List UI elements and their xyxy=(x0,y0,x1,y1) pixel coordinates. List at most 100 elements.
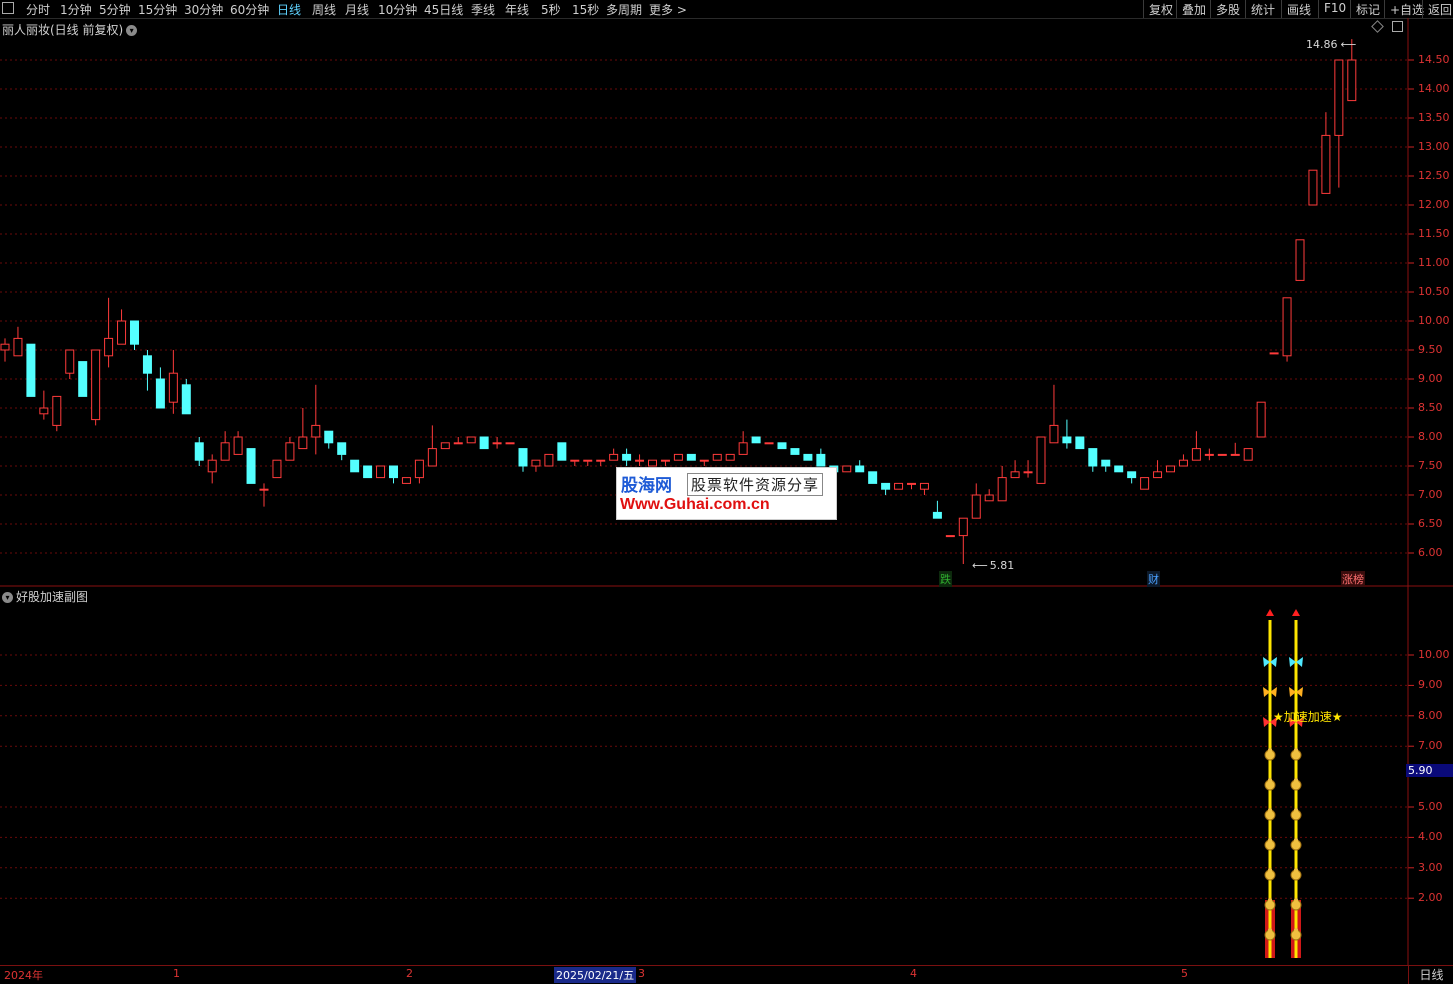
candle-body xyxy=(751,436,761,444)
candle-body xyxy=(764,442,774,445)
candle-body xyxy=(971,494,981,519)
up-arrow-icon xyxy=(1292,609,1300,616)
candle-body xyxy=(1010,471,1020,479)
candle-body xyxy=(673,453,683,461)
candle-body xyxy=(803,453,813,461)
candle-body xyxy=(39,407,49,415)
candle-body xyxy=(350,459,360,473)
sub-chart-name: 好股加速副图 xyxy=(16,590,89,604)
candle-body xyxy=(1282,297,1292,357)
price-label: 14.50 xyxy=(1418,53,1450,66)
candle-body xyxy=(1295,239,1305,281)
money-bag-knot xyxy=(1268,898,1272,902)
sub-axis-label: 5.00 xyxy=(1418,800,1443,813)
candle-body xyxy=(233,436,243,455)
candle-body xyxy=(298,436,308,450)
money-bag-knot xyxy=(1294,928,1298,932)
price-label: 11.00 xyxy=(1418,256,1450,269)
money-bag-knot xyxy=(1294,838,1298,842)
date-tick: 5 xyxy=(1181,967,1188,980)
event-tag-limit-up[interactable]: 涨榜 xyxy=(1341,571,1365,587)
candle-body xyxy=(1269,352,1279,355)
candle-body xyxy=(725,453,735,461)
candle-body xyxy=(660,459,670,462)
candle-body xyxy=(130,320,139,345)
sub-axis-label: 4.00 xyxy=(1418,830,1443,844)
money-bag-knot xyxy=(1294,898,1298,902)
candle-body xyxy=(311,424,321,438)
candle-body xyxy=(958,517,968,537)
candle-body xyxy=(440,442,450,450)
candle-body xyxy=(1334,59,1344,136)
candle-body xyxy=(609,453,619,461)
money-bag-knot xyxy=(1268,778,1272,782)
candle-body xyxy=(932,511,942,519)
price-label: 13.00 xyxy=(1418,140,1450,153)
candle-body xyxy=(984,494,994,502)
date-tick: 2024年 xyxy=(4,969,43,982)
candle-body xyxy=(142,355,152,374)
date-tick: 2 xyxy=(406,967,413,980)
price-label: 6.50 xyxy=(1418,517,1443,530)
candle-body xyxy=(1036,436,1046,484)
candle-body xyxy=(207,459,217,473)
candle-body xyxy=(259,488,269,491)
candle-body xyxy=(738,442,748,455)
date-axis: 2024年 1 2 2025/02/21/五 3 4 5 xyxy=(0,965,1408,984)
candle-body xyxy=(919,482,929,490)
chevron-down-icon[interactable]: ▾ xyxy=(2,592,13,603)
candle-body xyxy=(324,430,334,444)
candle-body xyxy=(686,453,696,461)
money-bag-knot xyxy=(1268,748,1272,752)
candle-body xyxy=(401,477,411,484)
candle-body xyxy=(596,459,606,462)
money-bag-knot xyxy=(1294,808,1298,812)
candle-body xyxy=(570,459,580,462)
event-tag-finance[interactable]: 财 xyxy=(1147,571,1160,587)
candle-body xyxy=(1023,471,1033,474)
candle-body xyxy=(1062,436,1072,444)
candle-body xyxy=(894,482,904,490)
money-bag-knot xyxy=(1294,868,1298,872)
candle-body xyxy=(453,442,463,445)
candle-body xyxy=(1127,471,1137,479)
money-bag-knot xyxy=(1268,868,1272,872)
price-label: 14.00 xyxy=(1418,82,1450,95)
price-label: 12.00 xyxy=(1418,198,1450,211)
candle-body xyxy=(790,448,800,455)
event-tag-fall[interactable]: 跌 xyxy=(939,571,952,587)
candle-body xyxy=(1347,59,1357,102)
price-label: 13.50 xyxy=(1418,111,1450,124)
candle-body xyxy=(104,337,114,357)
date-cursor-label: 2025/02/21/五 xyxy=(554,967,637,983)
price-label: 10.00 xyxy=(1418,314,1450,327)
price-label: 7.50 xyxy=(1418,459,1443,472)
sub-axis-label: 9.00 xyxy=(1418,678,1443,692)
candle-body xyxy=(1191,448,1201,461)
candle-body xyxy=(583,459,593,462)
candle-body xyxy=(65,349,75,374)
price-label: 11.50 xyxy=(1418,227,1450,240)
candle-body xyxy=(1230,453,1240,456)
sub-chart-title: ▾ 好股加速副图 xyxy=(2,588,88,605)
candle-body xyxy=(246,448,256,484)
candle-body xyxy=(168,372,178,403)
low-value: 5.81 xyxy=(989,559,1015,572)
candle-body xyxy=(505,442,515,445)
money-bag-knot xyxy=(1268,928,1272,932)
candle-body xyxy=(492,442,502,445)
candle-body xyxy=(427,448,437,467)
candle-body xyxy=(945,535,955,538)
candle-body xyxy=(272,459,282,479)
candle-body xyxy=(13,337,23,357)
low-marker: ⟵ 5.81 xyxy=(972,559,1015,572)
sub-axis-label: 10.00 xyxy=(1418,648,1450,661)
candle-body xyxy=(91,349,101,421)
money-bag-knot xyxy=(1268,808,1272,812)
sub-axis-label: 7.00 xyxy=(1418,739,1443,753)
candle-body xyxy=(1204,453,1214,456)
candle-body xyxy=(26,343,36,397)
current-value-badge: 5.90 xyxy=(1406,764,1453,777)
period-indicator[interactable]: 日线 xyxy=(1408,965,1453,984)
price-label: 9.00 xyxy=(1418,372,1443,385)
